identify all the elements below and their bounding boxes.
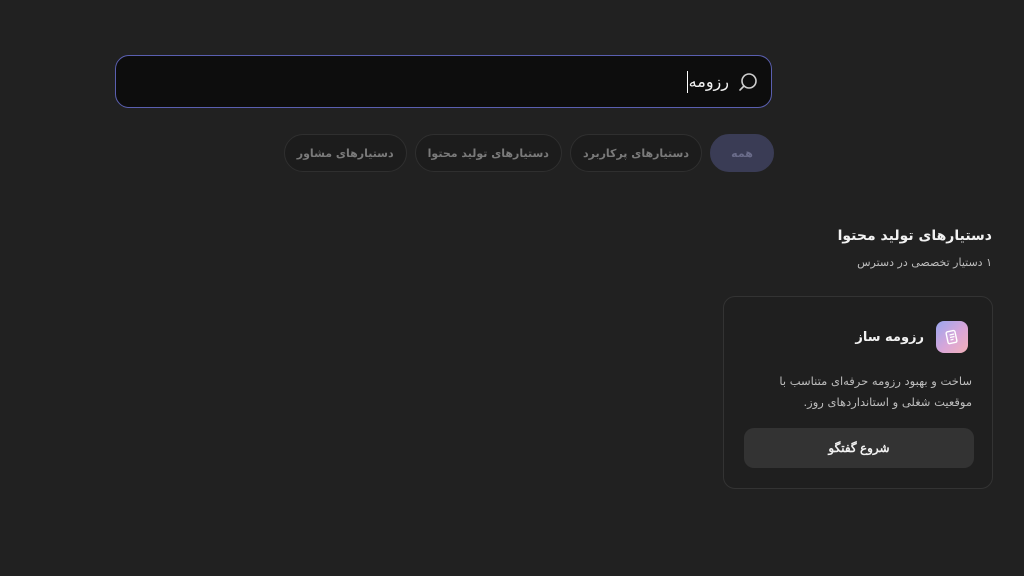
filter-chip-all[interactable]: همه bbox=[710, 134, 774, 172]
section-subtitle: ۱ دستیار تخصصی در دسترس bbox=[857, 256, 992, 269]
search-icon[interactable] bbox=[737, 71, 759, 93]
search-value[interactable]: رزومه bbox=[689, 72, 729, 91]
page: رزومه همه دستیارهای پرکاربرد دستیارهای ت… bbox=[0, 0, 1024, 576]
card-description: ساخت و بهبود رزومه حرفه‌ای متناسب با موق… bbox=[779, 374, 972, 409]
card-header: رزومه ساز bbox=[855, 321, 968, 353]
filter-chip-popular[interactable]: دستیارهای پرکاربرد bbox=[569, 134, 702, 172]
filter-chips: همه دستیارهای پرکاربرد دستیارهای تولید م… bbox=[283, 134, 774, 172]
text-caret bbox=[686, 70, 688, 93]
search-input[interactable]: رزومه bbox=[686, 70, 729, 93]
filter-chip-content[interactable]: دستیارهای تولید محتوا bbox=[414, 134, 562, 172]
assistant-card[interactable]: رزومه ساز ساخت و بهبود رزومه حرفه‌ای متن… bbox=[723, 296, 993, 489]
filter-chip-advisor[interactable]: دستیارهای مشاور bbox=[283, 134, 407, 172]
search-box[interactable]: رزومه bbox=[115, 55, 772, 108]
section-title: دستیارهای تولید محتوا bbox=[837, 228, 992, 244]
start-chat-button[interactable]: شروع گفتگو bbox=[744, 428, 974, 468]
resume-icon bbox=[936, 321, 968, 353]
card-title: رزومه ساز bbox=[855, 329, 924, 345]
